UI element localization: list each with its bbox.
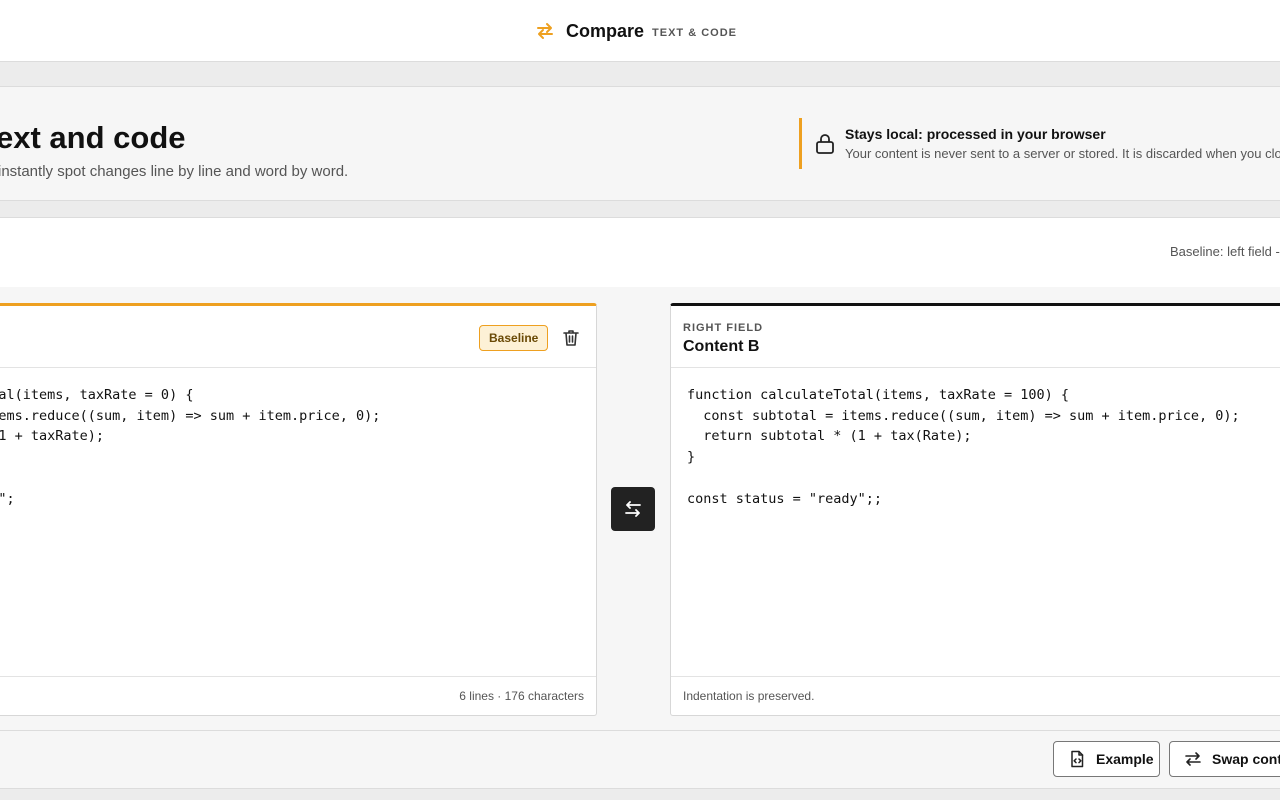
swap-arrows-icon bbox=[537, 23, 553, 39]
compare-toolbar bbox=[0, 217, 1280, 288]
baseline-badge: Baseline bbox=[479, 325, 549, 351]
privacy-text: Your content is never sent to a server o… bbox=[845, 146, 1280, 161]
example-button[interactable]: Example bbox=[1053, 741, 1160, 777]
brand[interactable]: Compare TEXT & CODE bbox=[535, 18, 737, 44]
example-button-label: Example bbox=[1096, 751, 1154, 767]
privacy-accent-bar bbox=[799, 118, 802, 169]
right-field-title: Content B bbox=[683, 338, 760, 355]
right-code-editor[interactable]: function calculateTotal(items, taxRate =… bbox=[687, 385, 1240, 509]
right-field-label: RIGHT FIELD bbox=[683, 322, 764, 334]
lock-icon bbox=[816, 134, 834, 154]
left-code-editor[interactable]: Total(items, taxRate = 0) { items.reduce… bbox=[0, 385, 380, 509]
swap-arrows-icon bbox=[1185, 752, 1201, 766]
swap-horizontal-icon bbox=[625, 501, 641, 517]
code-file-icon bbox=[1071, 750, 1084, 768]
left-field-panel: Baseline Total(items, taxRate = 0) { ite… bbox=[0, 303, 597, 716]
left-panel-header: Baseline bbox=[0, 306, 596, 368]
left-panel-footer: 6 lines · 176 characters bbox=[0, 676, 596, 715]
privacy-title: Stays local: processed in your browser bbox=[845, 126, 1106, 142]
baseline-status: Baseline: left field - bbox=[1170, 244, 1280, 259]
right-field-panel: RIGHT FIELD Content B function calculate… bbox=[670, 303, 1280, 716]
swap-contents-label: Swap conte bbox=[1212, 751, 1280, 767]
app-title: Compare bbox=[566, 20, 645, 41]
trash-icon[interactable] bbox=[561, 328, 581, 348]
hero-section bbox=[0, 86, 1280, 201]
swap-fields-button[interactable] bbox=[611, 487, 655, 531]
swap-contents-button[interactable]: Swap conte bbox=[1169, 741, 1280, 777]
left-stats: 6 lines · 176 characters bbox=[459, 689, 584, 703]
right-panel-header: RIGHT FIELD Content B bbox=[671, 306, 1280, 368]
page-subtitle: instantly spot changes line by line and … bbox=[0, 163, 349, 180]
app-subtitle: TEXT & CODE bbox=[652, 26, 737, 39]
page-title: ext and code bbox=[0, 120, 186, 155]
right-footer-note: Indentation is preserved. bbox=[683, 689, 815, 703]
right-panel-footer: Indentation is preserved. bbox=[671, 676, 1280, 715]
